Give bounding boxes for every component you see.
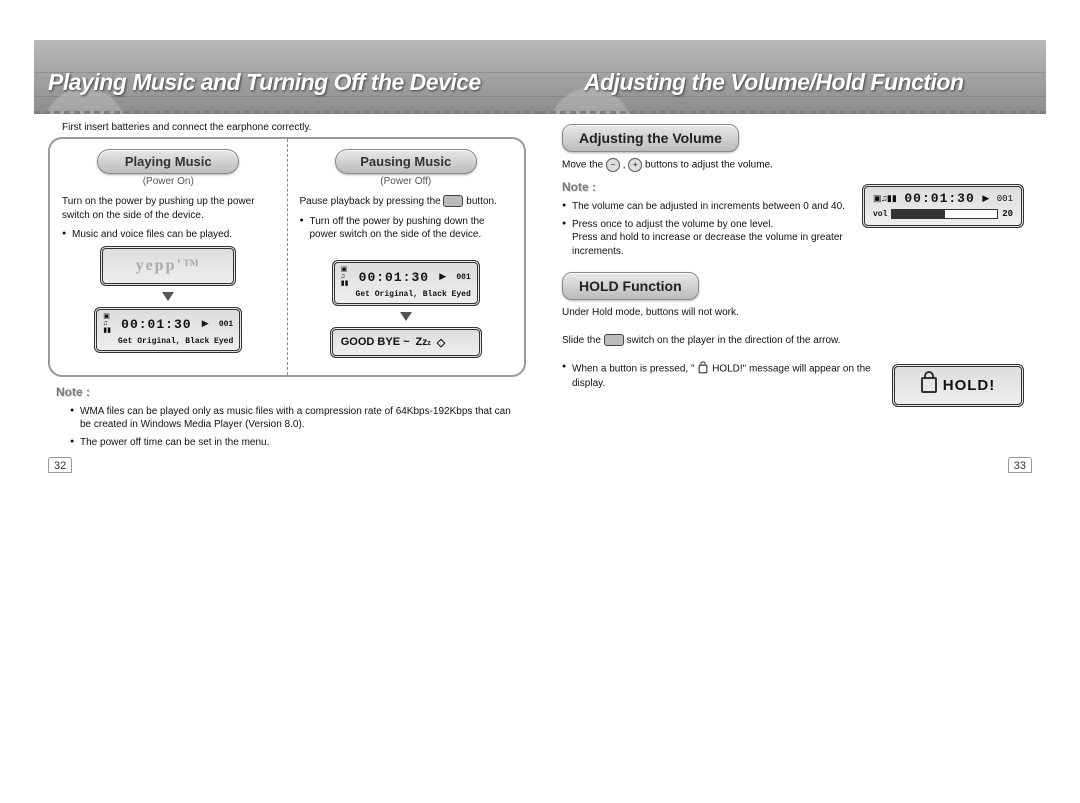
vol-label: vol (873, 210, 887, 219)
play-lcd-track: 001 (219, 320, 233, 329)
volume-instruction: Move the − , + buttons to adjust the vol… (562, 158, 846, 172)
volume-lcd: ▣♫▮▮ 00:01:30 ▶ 001 vol 20 (862, 184, 1024, 228)
lcd-status-icons: ▣♫▮▮ (103, 314, 111, 335)
note-label: Note : (56, 385, 518, 399)
hold-row: Slide the switch on the player in the di… (562, 324, 1024, 407)
vol-note-1: The volume can be adjusted in increments… (562, 200, 846, 214)
goodbye-box: GOOD BYE ~ Zzz ◇ (330, 327, 482, 358)
hold-switch-icon (604, 334, 624, 346)
play-pause-panel: Playing Music (Power On) Turn on the pow… (48, 137, 526, 377)
pause-column: Pausing Music (Power Off) Pause playback… (288, 139, 525, 375)
pause-lcd: ▣♫▮▮ 00:01:30 ▶ 001 Get Original, Black … (332, 260, 480, 306)
play-heading: Playing Music (97, 149, 239, 174)
plus-button-icon: + (628, 158, 642, 172)
page-number-left: 32 (48, 457, 72, 473)
right-banner: Adjusting the Volume/Hold Function (540, 40, 1046, 114)
lcd-status-icons: ▣♫▮▮ (873, 194, 897, 204)
manual-spread: Playing Music and Turning Off the Device… (34, 40, 1046, 463)
section-volume-heading: Adjusting the Volume (562, 124, 739, 152)
left-page-title: Playing Music and Turning Off the Device (48, 69, 481, 96)
page-left: Playing Music and Turning Off the Device… (34, 40, 540, 463)
play-column: Playing Music (Power On) Turn on the pow… (50, 139, 288, 375)
left-note-2: The power off time can be set in the men… (70, 436, 518, 450)
pause-lcd-time: 00:01:30 (359, 270, 429, 285)
vol-lcd-track: 001 (997, 194, 1013, 204)
pause-heading: Pausing Music (335, 149, 477, 174)
play-lcd-info: Get Original, Black Eyed (118, 337, 233, 346)
hold-display-box: HOLD! (892, 364, 1024, 407)
hold-lead: Under Hold mode, buttons will not work. (562, 306, 1024, 320)
hold-note: When a button is pressed, " HOLD!" messa… (562, 361, 876, 391)
pause-lcd-track: 001 (456, 273, 470, 282)
pause-description: Pause playback by pressing the button. (300, 195, 513, 209)
pause-button-icon (443, 195, 463, 207)
lcd-status-icons: ▣♫▮▮ (341, 267, 349, 288)
left-banner: Playing Music and Turning Off the Device (34, 40, 540, 114)
right-page-title: Adjusting the Volume/Hold Function (584, 69, 964, 96)
minus-button-icon: − (606, 158, 620, 172)
play-lcd-time: 00:01:30 (121, 317, 191, 332)
play-description: Turn on the power by pushing up the powe… (62, 195, 275, 222)
vol-note-2: Press once to adjust the volume by one l… (562, 218, 846, 259)
left-note-section: Note : WMA files can be played only as m… (56, 385, 518, 450)
page-number-right: 33 (1008, 457, 1032, 473)
play-bullet: Music and voice files can be played. (62, 228, 275, 242)
play-subheading: (Power On) (62, 176, 275, 187)
pause-lcd-info: Get Original, Black Eyed (356, 290, 471, 299)
player-icon: ◇ (437, 336, 445, 349)
yepp-logo-box: yepp'™ (100, 246, 236, 286)
vol-lcd-time: 00:01:30 (904, 191, 974, 206)
note-label: Note : (562, 180, 846, 194)
left-note-1: WMA files can be played only as music fi… (70, 405, 518, 432)
vol-value: 20 (1002, 209, 1013, 219)
left-lead-text: First insert batteries and connect the e… (62, 122, 518, 133)
hold-slide-instruction: Slide the switch on the player in the di… (562, 334, 876, 348)
arrow-down-icon (162, 292, 174, 301)
lock-icon (921, 377, 937, 393)
hold-text: HOLD! (943, 377, 996, 394)
volume-row: Move the − , + buttons to adjust the vol… (562, 158, 1024, 262)
section-hold-heading: HOLD Function (562, 272, 699, 300)
pause-subheading: (Power Off) (300, 176, 513, 187)
arrow-down-icon (400, 312, 412, 321)
lock-icon (699, 365, 708, 374)
page-right: Adjusting the Volume/Hold Function Adjus… (540, 40, 1046, 463)
goodbye-text: GOOD BYE ~ (341, 336, 410, 348)
pause-bullet: Turn off the power by pushing down the p… (300, 215, 513, 242)
play-lcd: ▣♫▮▮ 00:01:30 ▶ 001 Get Original, Black … (94, 307, 242, 353)
volume-bar (891, 209, 998, 219)
